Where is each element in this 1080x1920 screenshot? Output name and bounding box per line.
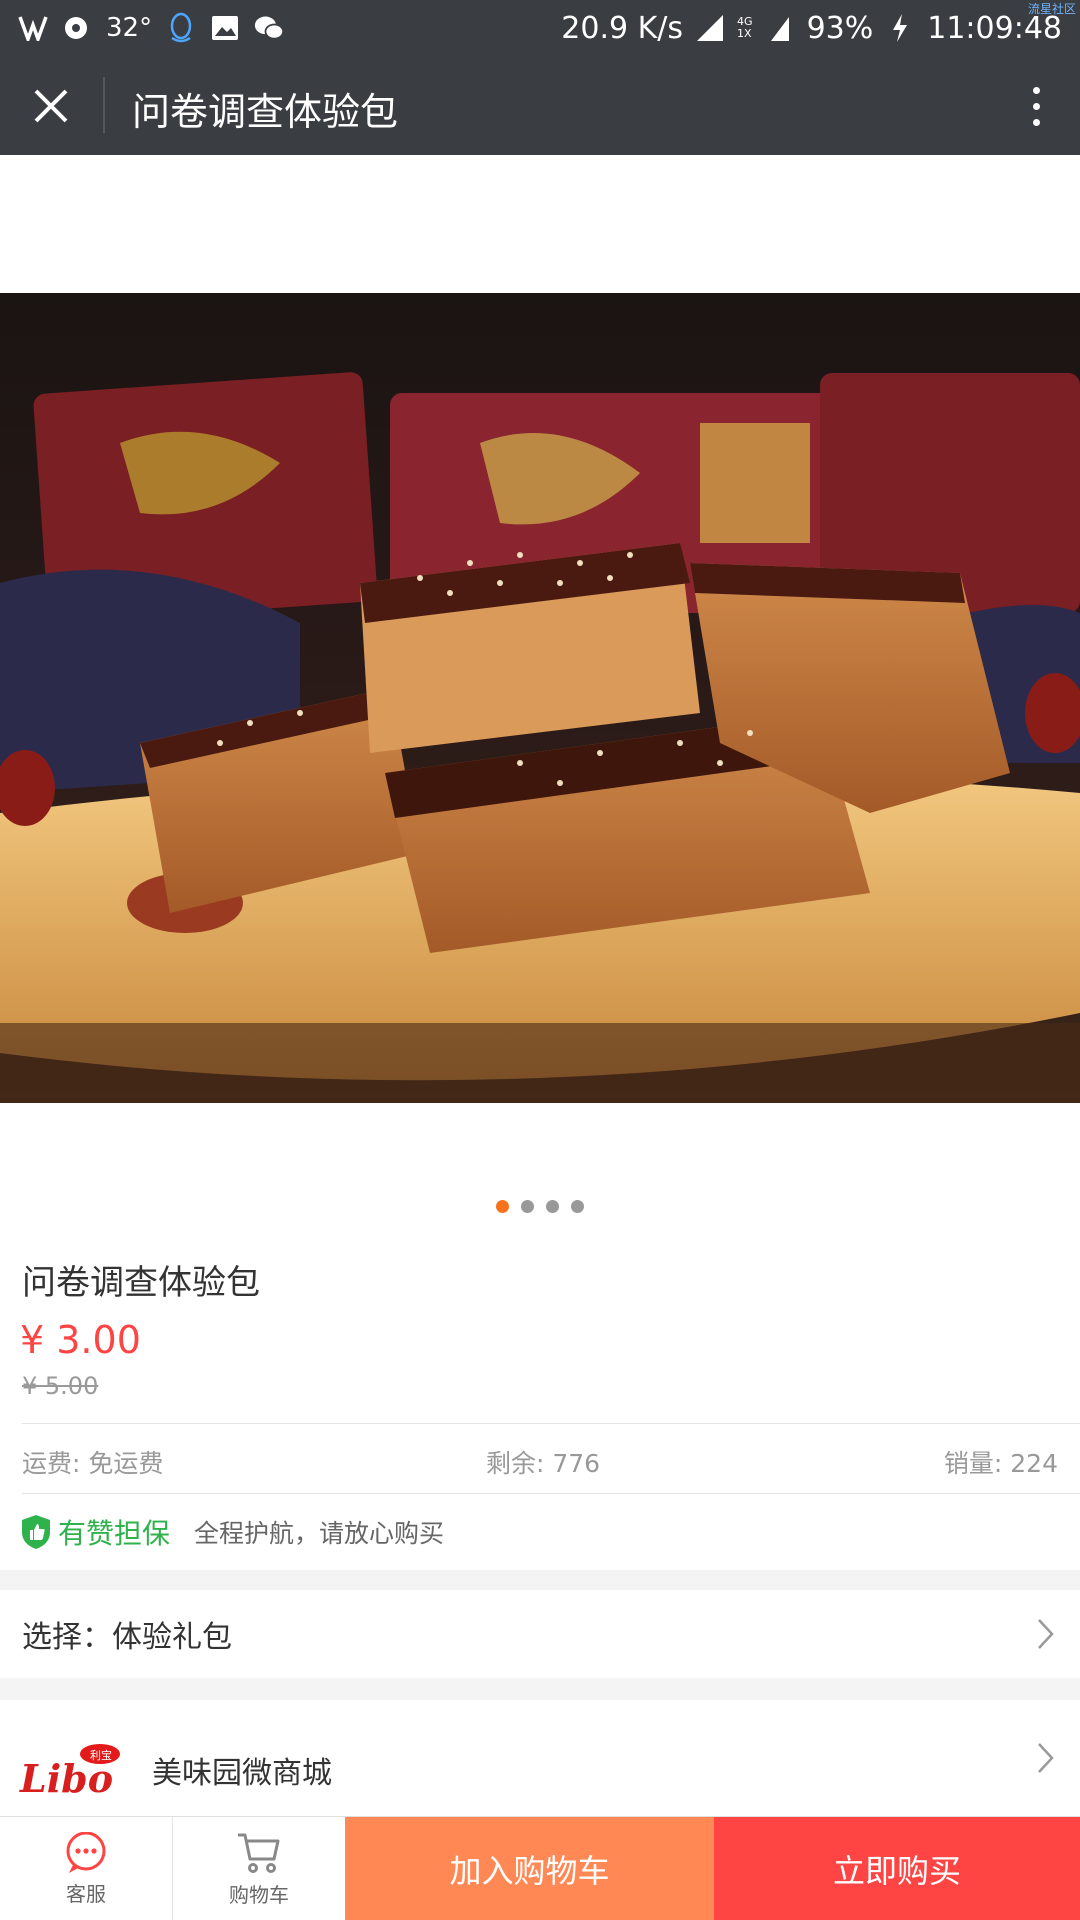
product-meta: 运费: 免运费 剩余: 776 销量: 224	[22, 1440, 1058, 1480]
cart-label: 购物车	[229, 1882, 289, 1907]
sku-selection-row[interactable]: 选择：体验礼包	[0, 1590, 1080, 1678]
close-icon	[34, 89, 68, 123]
title-divider	[103, 77, 105, 133]
buy-now-button[interactable]: 立即购买	[714, 1817, 1080, 1920]
svg-text:Libo: Libo	[19, 1756, 113, 1800]
customer-service-label: 客服	[66, 1881, 106, 1906]
chevron-right-icon	[1038, 1743, 1054, 1773]
more-dot	[1032, 118, 1040, 126]
product-gallery[interactable]	[0, 155, 1080, 1213]
product-photo[interactable]	[0, 293, 1080, 1103]
wechat-icon	[254, 13, 285, 43]
gallery-icon	[210, 13, 240, 43]
sales-count: 销量: 224	[943, 1449, 1058, 1478]
charging-icon	[885, 13, 915, 43]
guarantee-text: 全程护航，请放心购买	[194, 1519, 445, 1548]
shop-logo: 利宝 Libo	[19, 1744, 120, 1800]
network-type-bottom: 1X	[737, 27, 752, 40]
qq-icon	[166, 12, 196, 43]
stock-remaining: 剩余: 776	[486, 1449, 601, 1478]
signal-secondary-icon	[765, 13, 795, 43]
more-dot	[1032, 102, 1040, 110]
watermark: 流星社区	[1027, 2, 1076, 16]
gallery-pagination	[0, 1200, 1080, 1220]
divider	[22, 1423, 1080, 1424]
chevron-right-icon	[1038, 1619, 1054, 1649]
temperature: 32°	[106, 13, 153, 43]
record-icon	[62, 13, 92, 43]
status-left-icons: 32°	[18, 8, 285, 48]
bottom-action-bar: 客服 购物车 加入购物车 立即购买	[0, 1816, 1080, 1920]
shield-thumbs-up-icon	[22, 1515, 50, 1549]
cart-button[interactable]: 购物车	[173, 1817, 345, 1920]
customer-service-button[interactable]: 客服	[0, 1817, 172, 1920]
pagination-dot-active[interactable]	[496, 1200, 509, 1213]
section-gap	[0, 1678, 1080, 1700]
shipping-fee: 运费: 免运费	[22, 1449, 164, 1478]
add-to-cart-button[interactable]: 加入购物车	[345, 1817, 714, 1920]
guarantee-brand: 有赞担保	[58, 1517, 171, 1550]
signal-icon	[695, 13, 725, 43]
shop-name: 美味园微商城	[152, 1756, 332, 1791]
more-dot	[1032, 86, 1040, 94]
battery-percent: 93%	[806, 10, 874, 46]
pagination-dot[interactable]	[571, 1200, 584, 1213]
status-right-icons: 20.9 K/s 4G 1X 93% 11:09:48	[561, 8, 1062, 48]
pagination-dot[interactable]	[521, 1200, 534, 1213]
chat-bubble-icon	[66, 1831, 106, 1873]
product-title: 问卷调查体验包	[22, 1263, 260, 1303]
title-bar: 问卷调查体验包	[0, 55, 1080, 155]
app-icon	[18, 13, 48, 43]
page-title: 问卷调查体验包	[132, 90, 399, 134]
section-gap	[0, 1570, 1080, 1590]
divider	[22, 1493, 1080, 1494]
network-type: 4G 1X	[737, 16, 753, 40]
status-bar: 32° 20.9 K/s 4G 1X 93% 11:09:48 流星社区	[0, 0, 1080, 55]
shop-row[interactable]: 利宝 Libo 美味园微商城	[0, 1700, 1080, 1816]
close-button[interactable]	[22, 77, 80, 135]
pagination-dot[interactable]	[546, 1200, 559, 1213]
guarantee-banner[interactable]: 有赞担保 全程护航，请放心购买	[20, 1510, 444, 1554]
more-menu-button[interactable]	[1016, 77, 1056, 135]
network-speed: 20.9 K/s	[561, 10, 684, 46]
product-price: ¥ 3.00	[20, 1318, 141, 1362]
shopping-cart-icon	[238, 1833, 280, 1873]
original-price: ¥ 5.00	[22, 1372, 99, 1400]
sku-selection-label: 选择：体验礼包	[22, 1620, 232, 1655]
